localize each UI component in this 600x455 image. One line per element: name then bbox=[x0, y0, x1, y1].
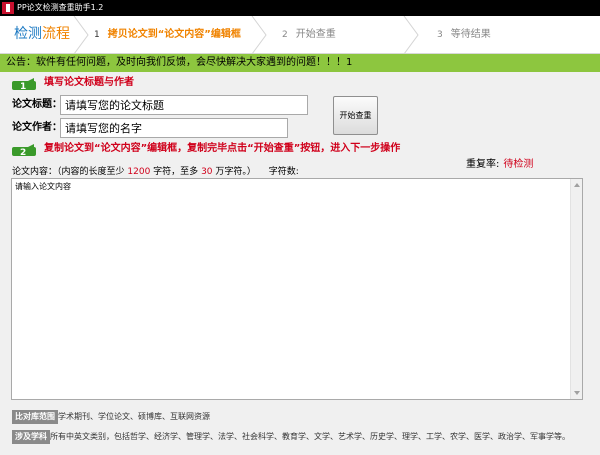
hint-mid2: 万字符。） bbox=[215, 167, 256, 177]
step-one-badge-icon: 1 bbox=[12, 78, 36, 92]
paper-author-label: 论文作者： bbox=[12, 122, 62, 133]
window-titlebar[interactable]: PP论文检测查重助手1.2 bbox=[0, 0, 600, 16]
step-separator-icon bbox=[73, 16, 89, 54]
svg-text:2: 2 bbox=[20, 148, 26, 158]
paper-title-label: 论文标题： bbox=[12, 99, 62, 110]
hint-prefix: 论文内容：（内容的长度至少 bbox=[12, 167, 125, 177]
paper-content-textarea[interactable] bbox=[11, 178, 583, 400]
step-label: 开始查重 bbox=[295, 29, 336, 40]
section2-title: 复制论文到“论文内容”编辑框，复制完毕点击“开始查重”按钮，进入下一步操作 bbox=[44, 143, 401, 154]
section1-title: 填写论文标题与作者 bbox=[44, 77, 134, 88]
min-chars: 1200 bbox=[127, 167, 151, 177]
step-label: 拷贝论文到“论文内容”编辑框 bbox=[107, 29, 241, 40]
notice-bar: 公告：软件有任何问题，及时向我们反馈，会尽快解决大家遇到的问题！！！1 bbox=[0, 54, 600, 72]
start-check-button[interactable]: 开始查重 bbox=[333, 96, 378, 135]
step-separator-icon bbox=[251, 16, 267, 54]
compare-scope-text: 学术期刊、学位论文、硕博库、互联网资源 bbox=[58, 412, 210, 421]
scroll-up-icon[interactable] bbox=[574, 183, 580, 187]
step-number: 1 bbox=[94, 30, 100, 40]
scroll-down-icon[interactable] bbox=[574, 391, 580, 395]
svg-text:1: 1 bbox=[20, 82, 26, 92]
step-1: 1 拷贝论文到“论文内容”编辑框 bbox=[94, 28, 241, 42]
brand-part1: 检测 bbox=[14, 26, 42, 42]
step-two-badge-icon: 2 bbox=[12, 144, 36, 158]
brand-part2: 流程 bbox=[42, 26, 70, 42]
process-steps-bar: 检测流程 1 拷贝论文到“论文内容”编辑框 2 开始查重 3 等待结果 bbox=[0, 16, 600, 54]
char-count-label: 字符数: bbox=[268, 167, 299, 177]
paper-author-input[interactable] bbox=[60, 118, 288, 138]
hint-mid1: 字符，至多 bbox=[153, 167, 199, 177]
subject-text: 所有中英文类别，包括哲学、经济学、管理学、法学、社会科学、教育学、文学、艺术学、… bbox=[50, 432, 570, 441]
process-brand: 检测流程 bbox=[14, 25, 70, 43]
subject-tag: 涉及学科 bbox=[12, 430, 50, 444]
duplicate-rate-label: 重复率: bbox=[466, 159, 500, 170]
max-chars: 30 bbox=[201, 167, 213, 177]
duplicate-rate: 重复率: 待检测 bbox=[466, 158, 533, 172]
window-title: PP论文检测查重助手1.2 bbox=[17, 3, 104, 12]
compare-scope-tag: 比对库范围 bbox=[12, 410, 58, 424]
content-scrollbar[interactable] bbox=[570, 179, 582, 399]
notice-text: 公告：软件有任何问题，及时向我们反馈，会尽快解决大家遇到的问题！！！1 bbox=[6, 57, 353, 68]
step-number: 2 bbox=[282, 30, 288, 40]
app-logo-icon bbox=[2, 2, 14, 14]
step-label: 等待结果 bbox=[450, 29, 491, 40]
content-length-hint: 论文内容：（内容的长度至少 1200 字符，至多 30 万字符。） 字符数: bbox=[12, 166, 299, 178]
step-2: 2 开始查重 bbox=[282, 28, 336, 42]
paper-title-input[interactable] bbox=[60, 95, 308, 115]
duplicate-rate-value: 待检测 bbox=[503, 159, 534, 170]
step-separator-icon bbox=[403, 16, 419, 54]
step-3: 3 等待结果 bbox=[437, 28, 491, 42]
step-number: 3 bbox=[437, 30, 443, 40]
